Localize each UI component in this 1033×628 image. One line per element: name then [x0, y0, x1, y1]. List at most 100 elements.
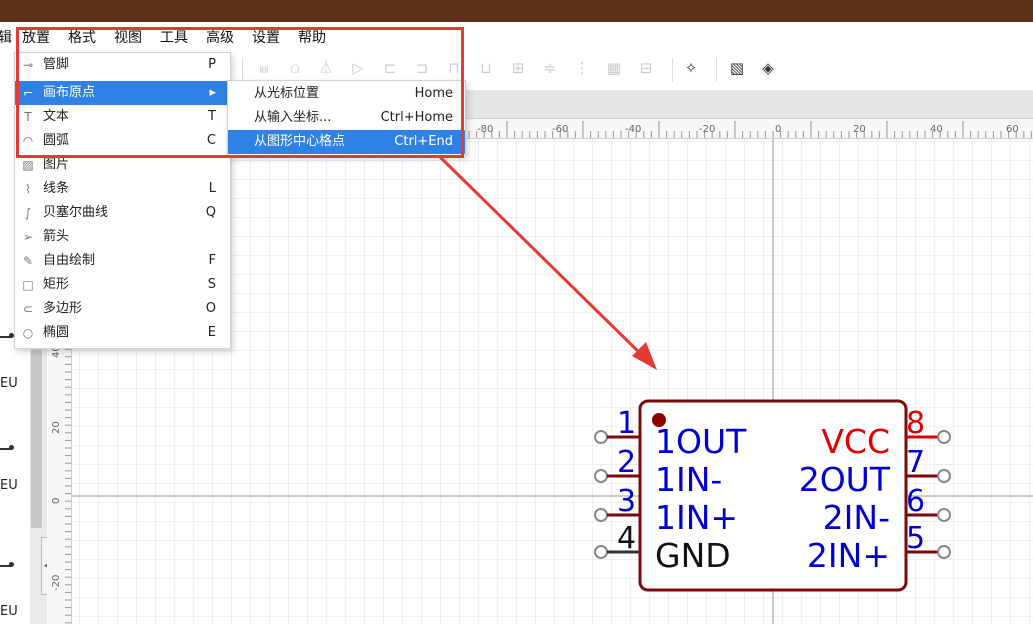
align-middle-icon[interactable]: ⊞ — [510, 60, 526, 76]
menu-edit[interactable]: 辑 — [0, 27, 12, 47]
menu-place[interactable]: 放置 — [22, 27, 50, 47]
align-left-icon[interactable]: ⩎ — [256, 60, 272, 76]
menu-settings[interactable]: 设置 — [252, 27, 280, 47]
menu-item-shortcut: S — [207, 277, 216, 292]
menu-item-bezier[interactable]: ∫ 贝塞尔曲线 Q — [15, 201, 230, 225]
menu-item-label: 矩形 — [43, 277, 70, 292]
title-bar — [0, 0, 1033, 22]
pin-name: 2IN- — [823, 498, 890, 537]
menu-item-line[interactable]: ⌇ 线条 L — [15, 177, 230, 201]
ruler-tick-label: 60 — [1006, 124, 1019, 135]
menu-item-shortcut: O — [205, 301, 216, 316]
menu-format[interactable]: 格式 — [68, 27, 96, 47]
menu-item-shortcut: F — [208, 253, 216, 268]
menu-item-rectangle[interactable]: □ 矩形 S — [15, 273, 230, 297]
menu-item-shortcut: P — [208, 57, 216, 72]
menu-advanced[interactable]: 高级 — [206, 27, 234, 47]
pin-endpoint[interactable] — [594, 469, 608, 483]
menu-tools[interactable]: 工具 — [160, 27, 188, 47]
menu-item-canvas-origin[interactable]: ⌐ 画布原点 ▸ — [15, 81, 230, 105]
submenu-item-from-shape-center[interactable]: 从图形中心格点 Ctrl+End — [228, 130, 465, 154]
ruler-tick-label: 0 — [775, 124, 781, 135]
right-pins: 8 VCC 7 2OUT 6 2IN- 5 2IN+ — [799, 406, 951, 575]
menu-item-arrow[interactable]: ➢ 箭头 — [15, 225, 230, 249]
origin-icon: ⌐ — [22, 86, 34, 100]
align-vcenter-icon[interactable]: ⊓ — [446, 60, 462, 76]
pin-number: 4 — [617, 521, 636, 556]
layers-icon[interactable]: ◈ — [760, 60, 776, 76]
menu-item-label: 线条 — [43, 181, 70, 196]
pin-number: 2 — [617, 445, 636, 480]
ruler-tick-label: -60 — [552, 124, 568, 135]
pin-name: 1IN- — [655, 460, 722, 499]
pin-endpoint[interactable] — [937, 545, 951, 559]
menu-item-pin[interactable]: ⊸ 管脚 P — [15, 53, 230, 77]
library-item-label[interactable]: EU — [0, 376, 18, 391]
menu-item-arc[interactable]: ◠ 圆弧 C — [15, 129, 230, 153]
submenu-item-shortcut: Home — [414, 86, 453, 101]
distribute-vertical-icon[interactable]: ≑ — [542, 60, 558, 76]
ruler-tick-label: 20 — [853, 124, 866, 135]
align-bottom-icon[interactable]: ⊐ — [414, 60, 430, 76]
menu-item-polygon[interactable]: ⊂ 多边形 O — [15, 297, 230, 321]
pin-name: 2OUT — [799, 460, 891, 499]
pin-number: 1 — [617, 406, 636, 441]
library-item-label[interactable]: EU — [0, 604, 18, 619]
submenu-item-shortcut: Ctrl+Home — [380, 110, 453, 125]
menu-item-label: 图片 — [43, 157, 70, 172]
distribute-horizontal-icon[interactable]: ⋮ — [574, 60, 590, 76]
menu-item-label: 贝塞尔曲线 — [43, 205, 109, 220]
submenu-item-label: 从输入坐标... — [254, 110, 332, 125]
menu-view[interactable]: 视图 — [114, 27, 142, 47]
submenu-item-from-cursor[interactable]: 从光标位置 Home — [228, 82, 465, 106]
polygon-icon: ⊂ — [22, 302, 34, 316]
library-item-label[interactable]: EU — [0, 478, 18, 493]
flip-horizontal-icon[interactable]: ⏃ — [318, 60, 334, 76]
pin-endpoint[interactable] — [937, 430, 951, 444]
ruler-tick-label: -20 — [699, 124, 715, 135]
align-center-icon[interactable]: ⩍ — [287, 60, 303, 76]
align-grid-icon[interactable]: ⊟ — [638, 60, 654, 76]
ruler-tick-label: 20 — [51, 421, 62, 434]
pin-endpoint[interactable] — [594, 545, 608, 559]
arc-icon: ◠ — [22, 134, 34, 148]
submenu-item-label: 从图形中心格点 — [254, 134, 346, 149]
menu-item-freehand[interactable]: ✎ 自由绘制 F — [15, 249, 230, 273]
pin-number: 8 — [906, 406, 925, 441]
menu-item-label: 自由绘制 — [43, 253, 96, 268]
image-icon[interactable]: ▧ — [729, 60, 745, 76]
menu-item-text[interactable]: T 文本 T — [15, 105, 230, 129]
pin-name: 1IN+ — [655, 498, 738, 537]
equal-spacing-icon[interactable]: ▦ — [606, 60, 622, 76]
menu-bar: 辑 放置 格式 视图 工具 高级 设置 帮助 — [0, 22, 1033, 52]
pin-number: 5 — [906, 521, 925, 556]
ruler-tick-label: -40 — [625, 124, 641, 135]
pin-name: GND — [655, 536, 731, 575]
pin-number: 3 — [617, 484, 636, 519]
menu-item-ellipse[interactable]: ○ 椭圆 E — [15, 321, 230, 345]
pin-endpoint[interactable] — [937, 469, 951, 483]
menu-item-shortcut: E — [207, 325, 216, 340]
pin-endpoint[interactable] — [594, 430, 608, 444]
pin-name: 1OUT — [655, 422, 747, 461]
pin-number: 7 — [906, 445, 925, 480]
menu-item-shortcut: Q — [205, 205, 216, 220]
pin-name: VCC — [821, 422, 890, 461]
magic-wand-icon[interactable]: ✧ — [683, 60, 699, 76]
toolbar-separator — [672, 58, 673, 82]
menu-help[interactable]: 帮助 — [298, 27, 326, 47]
pin-endpoint[interactable] — [937, 508, 951, 522]
scrollbar-thumb[interactable] — [31, 350, 42, 528]
flip-vertical-icon[interactable]: ▷ — [350, 60, 366, 76]
pin-endpoint[interactable] — [594, 508, 608, 522]
align-right-icon[interactable]: ⊔ — [478, 60, 494, 76]
submenu-item-from-coordinates[interactable]: 从输入坐标... Ctrl+Home — [228, 106, 465, 130]
text-icon: T — [24, 110, 32, 124]
align-top-icon[interactable]: ⊏ — [382, 60, 398, 76]
canvas-origin-submenu: 从光标位置 Home 从输入坐标... Ctrl+Home 从图形中心格点 Ct… — [227, 80, 466, 156]
menu-item-image[interactable]: ▨ 图片 — [15, 153, 230, 177]
pin-name: 2IN+ — [807, 536, 890, 575]
pin-icon: ⊸ — [22, 58, 34, 72]
library-pin-dot — [9, 562, 14, 567]
rectangle-icon: □ — [22, 278, 34, 292]
